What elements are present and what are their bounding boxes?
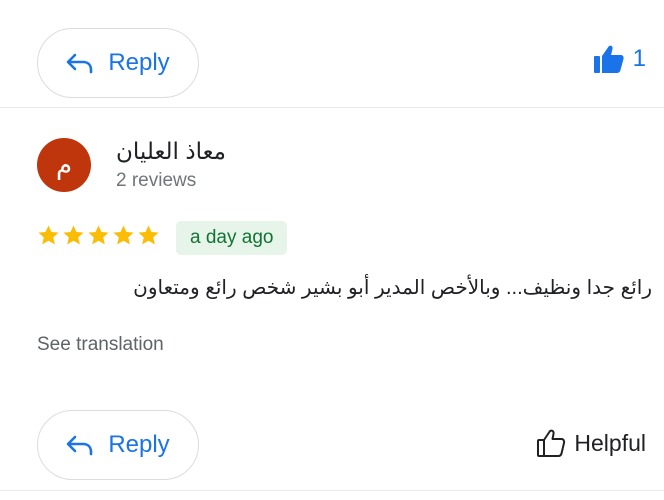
like-button[interactable]: 1 bbox=[593, 44, 646, 74]
like-count: 1 bbox=[632, 45, 646, 72]
reply-button[interactable]: Reply bbox=[37, 410, 199, 480]
star-icon bbox=[63, 225, 84, 245]
helpful-button[interactable]: Helpful bbox=[536, 428, 646, 458]
avatar[interactable]: م bbox=[37, 138, 91, 192]
star-icon bbox=[88, 225, 109, 245]
star-icon bbox=[38, 225, 59, 245]
star-rating bbox=[37, 224, 160, 247]
avatar-initial: م bbox=[55, 149, 73, 180]
reply-arrow-icon bbox=[67, 53, 93, 74]
reply-button[interactable]: Reply bbox=[37, 28, 199, 98]
author-name[interactable]: معاذ العليان bbox=[116, 138, 226, 165]
thumbs-up-outline-icon bbox=[537, 429, 566, 457]
review-card: Reply 1 م معاذ العليان 2 reviews a day a… bbox=[0, 0, 664, 500]
thumbs-up-filled-icon bbox=[593, 45, 624, 73]
author-review-count: 2 reviews bbox=[116, 170, 197, 191]
helpful-label: Helpful bbox=[574, 429, 646, 456]
previous-review-actions: Reply 1 bbox=[0, 0, 664, 108]
star-icon bbox=[138, 225, 159, 245]
review-text: رائع جدا ونظيف... وبالأخص المدير أبو بشي… bbox=[133, 277, 652, 299]
reply-label: Reply bbox=[108, 49, 170, 76]
reply-arrow-icon bbox=[67, 435, 93, 456]
see-translation-link[interactable]: See translation bbox=[37, 334, 164, 356]
star-icon bbox=[113, 225, 134, 245]
reply-label: Reply bbox=[108, 431, 170, 458]
review-date-badge: a day ago bbox=[176, 221, 288, 255]
divider bbox=[0, 490, 664, 491]
